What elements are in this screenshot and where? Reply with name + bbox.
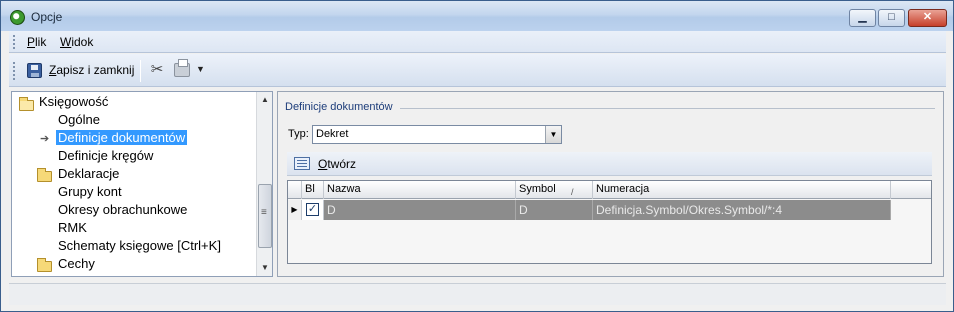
- folder-icon: [37, 168, 52, 182]
- row-checkbox[interactable]: ✓: [306, 203, 319, 216]
- options-tree: Księgowość Ogólne ➔ Definicje dokumentów…: [11, 91, 273, 277]
- minimize-button[interactable]: ▁: [849, 9, 876, 27]
- tree-item-rmk[interactable]: RMK: [58, 219, 87, 237]
- row-checkbox-cell: ✓: [302, 200, 324, 220]
- definitions-grid: Bl Nazwa Symbol / Numeracja ▶ ✓ D D Defin…: [287, 180, 932, 264]
- scroll-up-icon[interactable]: ▲: [257, 92, 272, 108]
- print-dropdown-icon[interactable]: ▼: [196, 64, 205, 74]
- open-icon[interactable]: [294, 157, 310, 170]
- toolbar-separator: [140, 60, 141, 82]
- cell-numeracja[interactable]: Definicja.Symbol/Okres.Symbol/*:4: [593, 200, 891, 220]
- folder-icon: [37, 258, 52, 272]
- typ-select-value: Dekret: [316, 128, 349, 140]
- tree-item-definicje-dokumentow[interactable]: Definicje dokumentów: [56, 129, 188, 147]
- current-item-arrow-icon: ➔: [40, 133, 50, 145]
- table-row[interactable]: ▶ ✓ D D Definicja.Symbol/Okres.Symbol/*:…: [288, 200, 931, 220]
- toolbar-grip[interactable]: [13, 62, 16, 80]
- printer-icon[interactable]: [174, 59, 190, 77]
- cell-symbol[interactable]: D: [516, 200, 593, 220]
- tree-item-ksiegowosc[interactable]: Księgowość: [39, 93, 108, 111]
- tree-item-grupy-kont[interactable]: Grupy kont: [58, 183, 122, 201]
- save-icon[interactable]: [27, 63, 42, 78]
- tree-scrollbar[interactable]: ▲ ▼: [256, 92, 272, 276]
- toolbar: Zapisz i zamknij ✂ ▼: [9, 54, 946, 87]
- tree-item-okresy-obrachunkowe[interactable]: Okresy obrachunkowe: [58, 201, 187, 219]
- tree-item-schematy-ksiegowe[interactable]: Schematy księgowe [Ctrl+K]: [58, 237, 221, 255]
- group-title: Definicje dokumentów: [285, 101, 397, 113]
- grid-toolbar: Otwórz: [287, 152, 932, 176]
- open-button[interactable]: Otwórz: [318, 157, 356, 171]
- column-header-nazwa[interactable]: Nazwa: [324, 181, 516, 199]
- column-header-numeracja[interactable]: Numeracja: [593, 181, 891, 199]
- document-definitions-panel: Definicje dokumentów Typ: Dekret ▼ Otwór…: [277, 91, 944, 277]
- tree-item-definicje-kregow[interactable]: Definicje kręgów: [58, 147, 153, 165]
- column-header-symbol[interactable]: Symbol /: [516, 181, 593, 199]
- sort-indicator-icon: /: [571, 187, 574, 197]
- window-title: Opcje: [31, 10, 63, 24]
- menu-grip[interactable]: [13, 35, 16, 49]
- grid-header: Bl Nazwa Symbol / Numeracja: [288, 181, 931, 199]
- column-header-bl[interactable]: Bl: [302, 181, 324, 199]
- tree-item-deklaracje[interactable]: Deklaracje: [58, 165, 119, 183]
- tree-item-cechy[interactable]: Cechy: [58, 255, 95, 273]
- tree-item-ogolne[interactable]: Ogólne: [58, 111, 100, 129]
- tools-icon[interactable]: ✂: [148, 61, 166, 79]
- cell-nazwa[interactable]: D: [324, 200, 516, 220]
- app-icon: [10, 10, 25, 25]
- scroll-down-icon[interactable]: ▼: [257, 260, 272, 276]
- scroll-thumb[interactable]: [258, 184, 272, 248]
- menu-widok[interactable]: Widok: [60, 35, 93, 49]
- maximize-button[interactable]: □: [878, 9, 905, 27]
- typ-label: Typ:: [288, 128, 309, 140]
- grid-corner: [288, 181, 302, 199]
- menu-bar: Plik Widok: [9, 31, 946, 53]
- chevron-down-icon[interactable]: ▼: [545, 126, 561, 143]
- folder-open-icon: [19, 97, 34, 111]
- group-divider: [400, 108, 935, 109]
- options-window: Opcje ▁ □ ✕ Plik Widok Zapisz i zamknij …: [0, 0, 954, 312]
- typ-select[interactable]: Dekret ▼: [312, 125, 562, 144]
- row-indicator-icon: ▶: [288, 200, 302, 220]
- status-bar: [9, 283, 946, 305]
- title-bar[interactable]: Opcje ▁ □ ✕: [1, 1, 953, 31]
- menu-plik[interactable]: Plik: [27, 35, 46, 49]
- close-button[interactable]: ✕: [908, 9, 947, 27]
- save-and-close-button[interactable]: Zapisz i zamknij: [49, 63, 134, 77]
